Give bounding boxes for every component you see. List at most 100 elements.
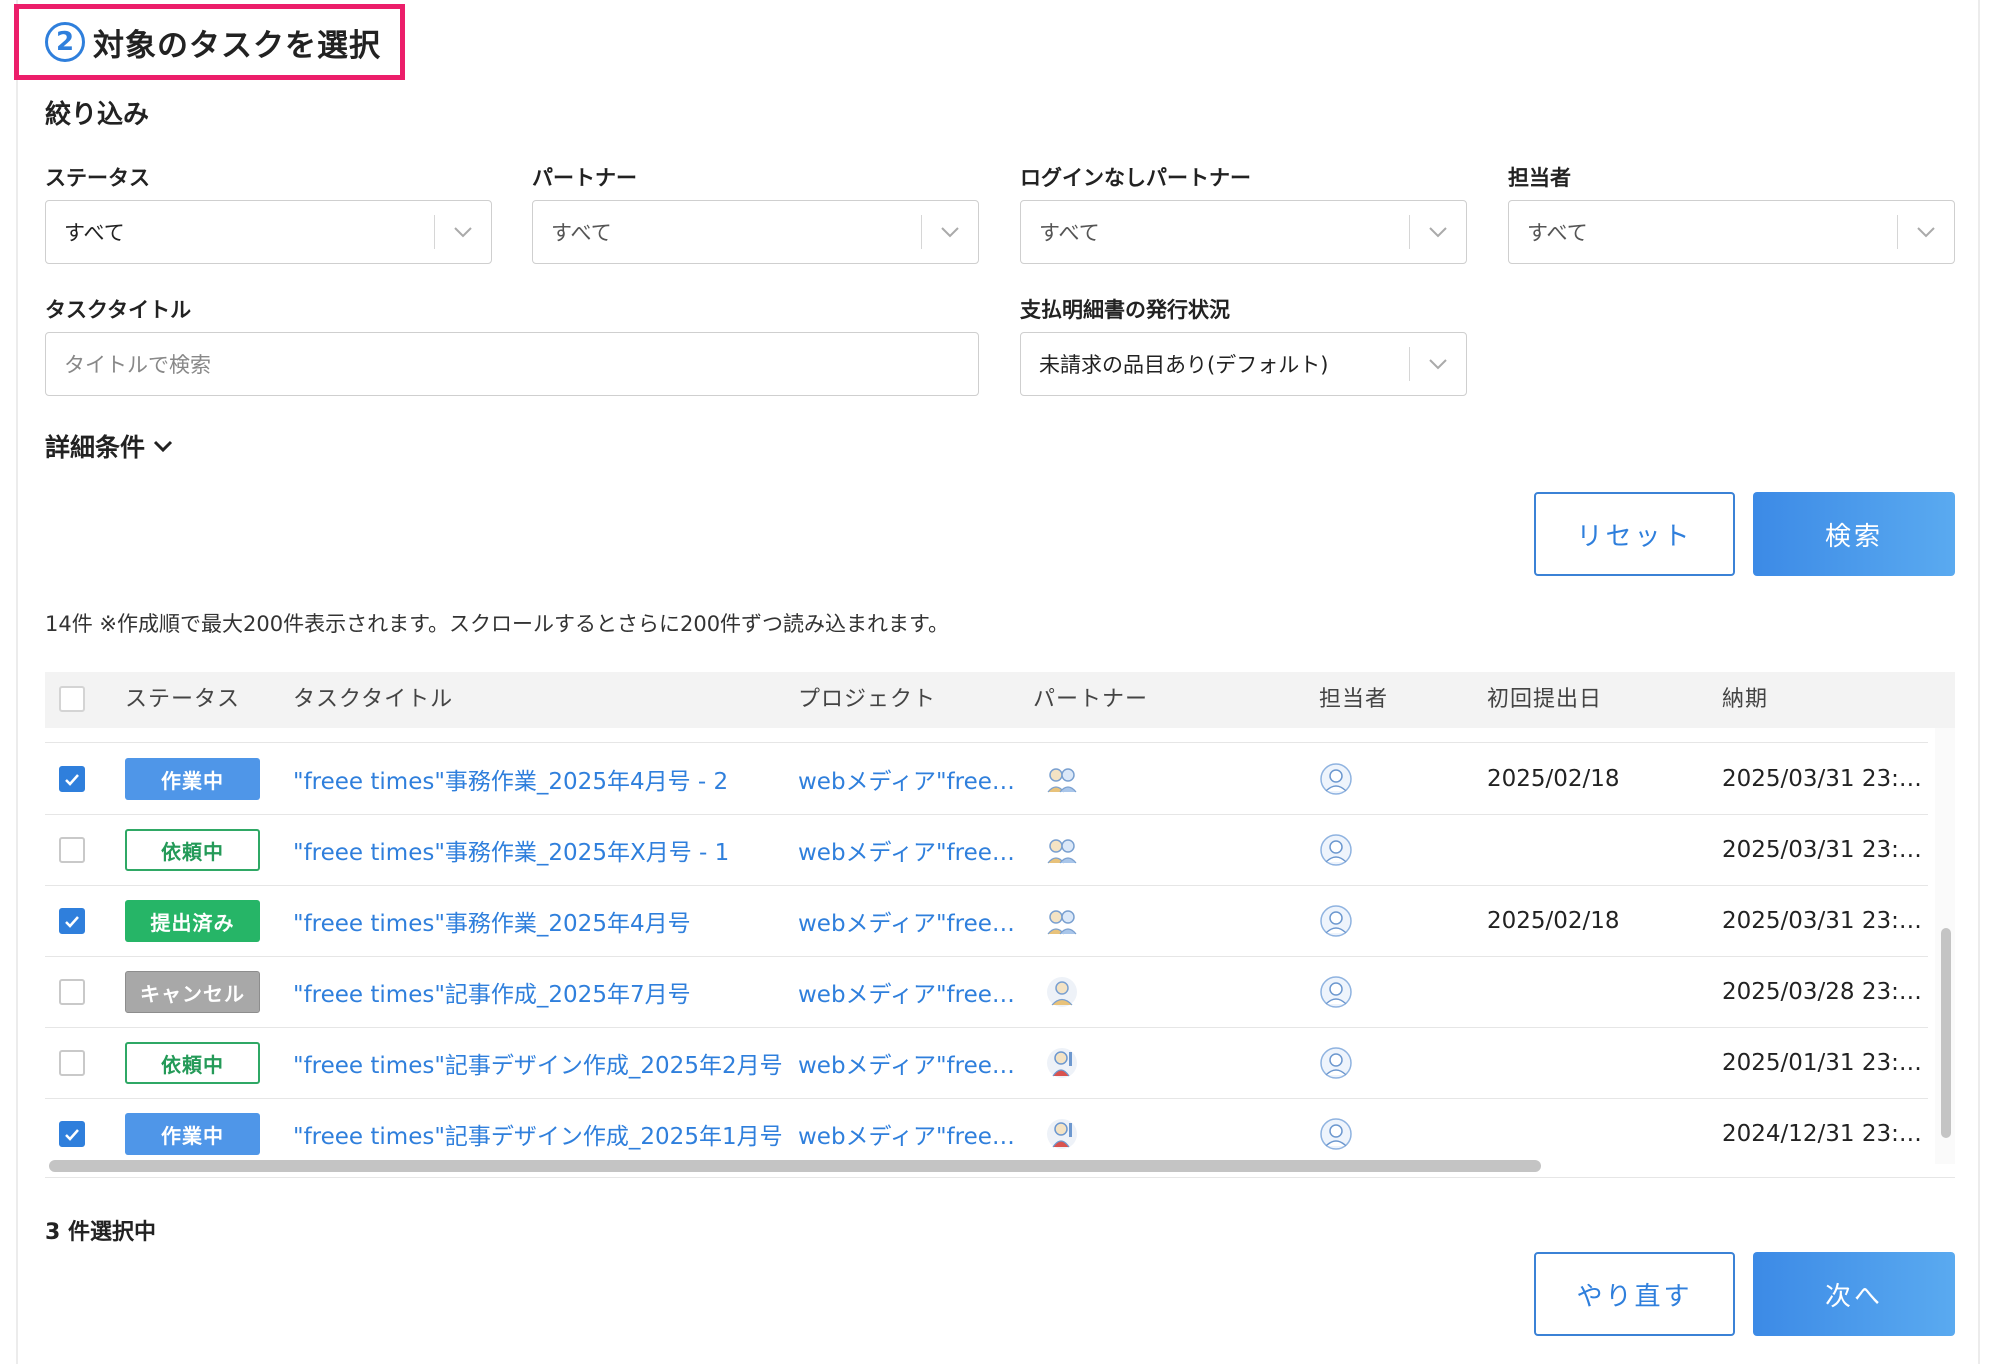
due-date: 2024/12/31 23:… [1722,1121,1922,1147]
task-title-search-input[interactable]: タイトルで検索 [45,332,979,396]
partner-avatar-designer-icon [1045,1028,1079,1098]
status-badge: 作業中 [125,744,260,814]
search-button[interactable]: 検索 [1753,492,1955,576]
right-divider [1978,0,1980,1364]
result-count-note: 14件 ※作成順で最大200件表示されます。スクロールするとさらに200件ずつ読… [45,612,949,636]
column-header-partner[interactable]: パートナー [1033,672,1148,728]
task-table: ステータス タスクタイトル プロジェクト パートナー 担当者 初回提出日 納期 … [45,672,1955,1178]
table-row-partial [45,728,1928,743]
column-header-task-title[interactable]: タスクタイトル [293,672,453,728]
vertical-scrollbar-thumb[interactable] [1941,928,1951,1138]
partner-avatar-group-icon [1045,744,1079,814]
column-header-first-submit-date[interactable]: 初回提出日 [1487,672,1602,728]
row-checkbox[interactable] [59,1028,85,1098]
row-checkbox[interactable] [59,1099,85,1164]
column-header-due-date[interactable]: 納期 [1722,672,1768,728]
assignee-avatar-icon [1319,957,1353,1027]
redo-button[interactable]: やり直す [1534,1252,1735,1336]
task-title-filter-label: タスクタイトル [45,298,192,322]
table-row[interactable]: 作業中 "freee times"記事デザイン作成_2025年1月号 webメディア… [45,1099,1928,1164]
column-header-status[interactable]: ステータス [125,672,240,728]
select-all-checkbox[interactable] [59,686,85,714]
table-header: ステータス タスクタイトル プロジェクト パートナー 担当者 初回提出日 納期 [45,672,1955,728]
statement-status-filter-value: 未請求の品目あり(デフォルト) [1039,353,1329,377]
task-title-link[interactable]: "freee times"事務作業_2025年X月号 - 1 [293,815,729,885]
assignee-avatar-icon [1319,1028,1353,1098]
partner-avatar-single-icon [1045,957,1079,1027]
status-badge-label: 提出済み [125,900,260,942]
task-title-link[interactable]: "freee times"事務作業_2025年4月号 - 2 [293,744,728,814]
task-title-link[interactable]: "freee times"事務作業_2025年4月号 [293,886,691,956]
nologin-partner-filter-select[interactable]: すべて [1020,200,1467,264]
reset-button[interactable]: リセット [1534,492,1735,576]
chevron-down-icon [435,201,491,263]
assignee-avatar-icon [1319,815,1353,885]
partner-filter-value: すべて [551,221,612,245]
row-checkbox[interactable] [59,744,85,814]
row-checkbox[interactable] [59,815,85,885]
detail-conditions-toggle[interactable]: 詳細条件 [45,428,173,464]
table-row[interactable]: 作業中 "freee times"事務作業_2025年4月号 - 2 webメディア… [45,744,1928,815]
chevron-down-icon [922,201,978,263]
assignee-avatar-icon [1319,1099,1353,1164]
table-row[interactable]: 依頼中 "freee times"事務作業_2025年X月号 - 1 webメディア… [45,815,1928,886]
project-link[interactable]: webメディア"free… [798,1099,1015,1164]
due-date: 2025/01/31 23:… [1722,1050,1922,1076]
status-filter-select[interactable]: すべて [45,200,492,264]
status-badge: 作業中 [125,1099,260,1164]
task-title-link[interactable]: "freee times"記事作成_2025年7月号 [293,957,691,1027]
status-badge-label: 依頼中 [125,829,260,871]
first-submit-date: 2025/02/18 [1487,766,1620,792]
project-link[interactable]: webメディア"free… [798,1028,1015,1098]
assignee-avatar-icon [1319,886,1353,956]
project-link[interactable]: webメディア"free… [798,886,1015,956]
row-checkbox[interactable] [59,886,85,956]
statement-status-filter-select[interactable]: 未請求の品目あり(デフォルト) [1020,332,1467,396]
row-checkbox[interactable] [59,957,85,1027]
nologin-partner-filter-label: ログインなしパートナー [1020,166,1251,190]
column-header-project[interactable]: プロジェクト [798,672,936,728]
chevron-down-icon [153,440,173,452]
task-title-link[interactable]: "freee times"記事デザイン作成_2025年2月号 [293,1028,783,1098]
status-badge: 提出済み [125,886,260,956]
assignee-filter-value: すべて [1527,221,1588,245]
status-filter-label: ステータス [45,166,150,190]
assignee-avatar-icon [1319,744,1353,814]
horizontal-scrollbar-thumb[interactable] [49,1160,1541,1172]
task-title-link[interactable]: "freee times"記事デザイン作成_2025年1月号 [293,1099,783,1164]
section-heading-highlight: 2 対象のタスクを選択 [14,4,405,80]
statement-status-filter-label: 支払明細書の発行状況 [1020,298,1230,322]
due-date: 2025/03/31 23:… [1722,766,1922,792]
nologin-partner-filter-value: すべて [1039,221,1100,245]
status-badge-label: キャンセル [125,971,260,1013]
table-body: 作業中 "freee times"事務作業_2025年4月号 - 2 webメディア… [45,728,1928,1164]
partner-avatar-group-icon [1045,815,1079,885]
selected-count-label: 3 件選択中 [45,1220,156,1245]
column-header-assignee[interactable]: 担当者 [1319,672,1388,728]
assignee-filter-select[interactable]: すべて [1508,200,1955,264]
project-link[interactable]: webメディア"free… [798,815,1015,885]
project-link[interactable]: webメディア"free… [798,957,1015,1027]
chevron-down-icon [1410,201,1466,263]
partner-filter-label: パートナー [532,166,637,190]
project-link[interactable]: webメディア"free… [798,744,1015,814]
partner-filter-select[interactable]: すべて [532,200,979,264]
table-row[interactable]: 提出済み "freee times"事務作業_2025年4月号 webメディア"fr… [45,886,1928,957]
status-badge-label: 作業中 [125,1113,260,1155]
step-number-badge: 2 [45,22,85,62]
due-date: 2025/03/28 23:… [1722,979,1922,1005]
status-badge-label: 依頼中 [125,1042,260,1084]
detail-conditions-label: 詳細条件 [45,433,146,462]
table-row[interactable]: キャンセル "freee times"記事作成_2025年7月号 webメディア"f… [45,957,1928,1028]
table-row[interactable]: 依頼中 "freee times"記事デザイン作成_2025年2月号 webメディア… [45,1028,1928,1099]
first-submit-date: 2025/02/18 [1487,908,1620,934]
status-badge: 依頼中 [125,815,260,885]
status-badge-label: 作業中 [125,758,260,800]
page-title: 対象のタスクを選択 [93,27,381,64]
next-button[interactable]: 次へ [1753,1252,1955,1336]
partner-avatar-group-icon [1045,886,1079,956]
chevron-down-icon [1898,201,1954,263]
filter-section-title: 絞り込み [45,100,150,130]
status-badge: 依頼中 [125,1028,260,1098]
status-badge: キャンセル [125,957,260,1027]
